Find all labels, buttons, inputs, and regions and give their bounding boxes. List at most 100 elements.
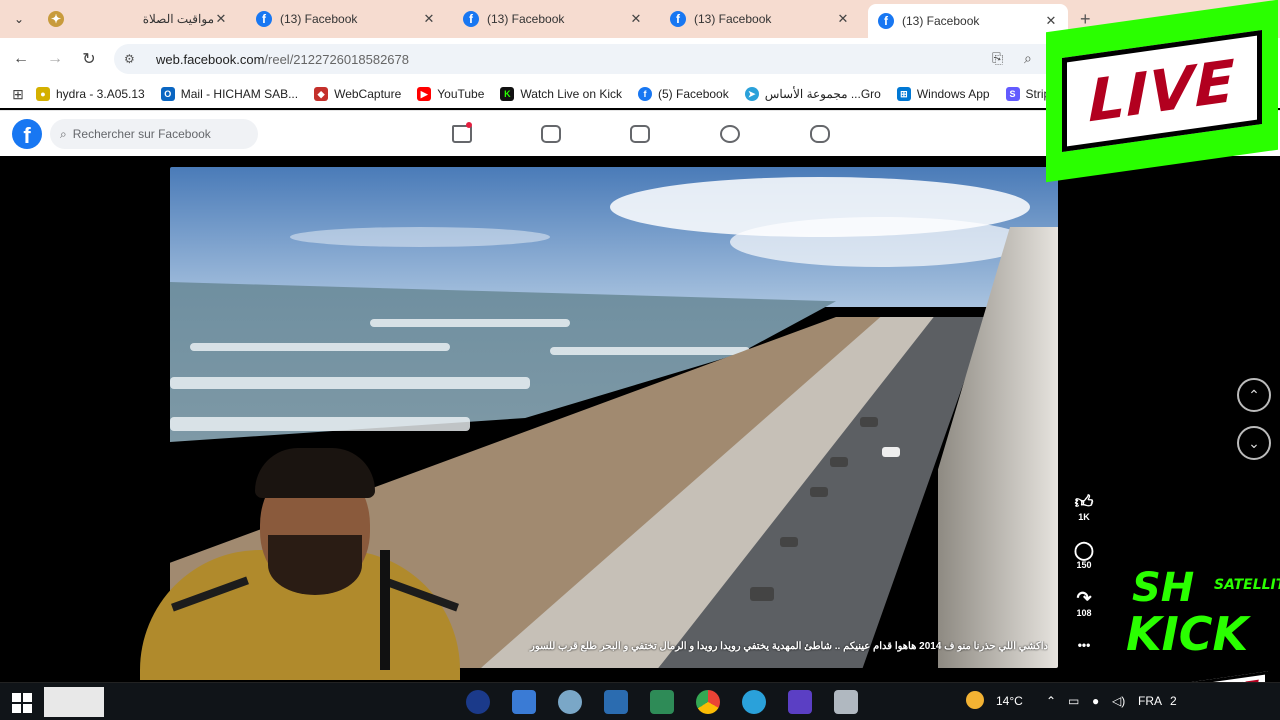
comment-button[interactable]: ◯ 150 — [1068, 540, 1100, 570]
clock[interactable]: 2 — [1170, 694, 1177, 708]
comment-count: 150 — [1076, 560, 1092, 570]
url-path: /reel/2122726018582678 — [264, 51, 409, 67]
microphone-icon[interactable]: ● — [1092, 694, 1099, 708]
taskbar-app-icon[interactable] — [788, 690, 812, 714]
taskbar-chrome-icon[interactable] — [696, 690, 720, 714]
taskbar-telegram-icon[interactable] — [742, 690, 766, 714]
site-favicon: ✦ — [48, 11, 64, 27]
taskbar-app-icon[interactable] — [650, 690, 674, 714]
bookmark-mail[interactable]: O Mail - HICHAM SAB... — [160, 87, 299, 101]
bookmark-telegram-group[interactable]: ➤ مجموعة الأساس ...Gro — [744, 87, 881, 101]
marketplace-icon[interactable] — [630, 125, 650, 143]
like-icon: 👍︎ — [1074, 492, 1094, 512]
video-wave — [370, 319, 570, 327]
chevron-up-icon: ⌃ — [1248, 386, 1260, 403]
more-options-button[interactable]: ••• — [1068, 638, 1100, 652]
tab-title: مواقيت الصلاة — [142, 12, 214, 26]
taskbar-explorer-icon[interactable] — [512, 690, 536, 714]
live-badge-inner: LIVE — [1062, 29, 1262, 153]
taskbar-search[interactable] — [44, 687, 104, 717]
tab-facebook-2[interactable]: f (13) Facebook ✕ — [453, 4, 653, 34]
site-info-icon[interactable]: ⚙ — [124, 52, 142, 66]
tray-overflow-icon[interactable]: ⌃ — [1046, 694, 1056, 708]
tab-title: (13) Facebook — [487, 12, 565, 26]
home-notification-dot — [466, 122, 472, 128]
bookmark-windows-app[interactable]: ⊞ Windows App — [896, 87, 990, 101]
facebook-favicon: f — [463, 11, 479, 27]
bookmark-facebook[interactable]: f (5) Facebook — [638, 87, 729, 101]
forward-icon[interactable]: → — [38, 50, 72, 68]
tab-search-button[interactable]: ⌄ — [6, 6, 32, 32]
close-tab-icon[interactable]: ✕ — [422, 11, 436, 27]
close-tab-icon[interactable]: ✕ — [1044, 13, 1058, 29]
chevron-down-icon: ⌄ — [1248, 434, 1260, 451]
close-tab-icon[interactable]: ✕ — [214, 11, 228, 27]
stripe-icon: S — [1005, 87, 1020, 101]
taskbar-app-icon[interactable] — [558, 690, 582, 714]
groups-icon[interactable] — [720, 125, 740, 143]
tab-title: (13) Facebook — [280, 12, 358, 26]
logo-letter: f — [23, 123, 31, 148]
like-count: 1K — [1078, 512, 1090, 522]
tab-prayer-times[interactable]: ✦ مواقيت الصلاة ✕ — [38, 4, 238, 34]
tab-facebook-1[interactable]: f (13) Facebook ✕ — [246, 4, 446, 34]
tab-title: (13) Facebook — [902, 14, 980, 28]
video-wave — [550, 347, 750, 355]
windows-start-icon[interactable] — [12, 693, 32, 713]
reel-caption: داكشي اللي حذرنا منو ف 2014 هاهوا قدام ع… — [529, 641, 1048, 652]
video-cloud — [290, 227, 550, 247]
address-bar[interactable]: ⚙ web.facebook.com/reel/2122726018582678… — [114, 44, 1074, 74]
facebook-favicon: f — [670, 11, 686, 27]
video-wave — [190, 343, 450, 351]
zoom-icon[interactable]: ⌕ — [1024, 50, 1032, 67]
video-cloud — [730, 217, 1030, 267]
facebook-search-input[interactable]: ⌕ Rechercher sur Facebook — [50, 119, 258, 149]
video-car — [830, 457, 848, 467]
bookmark-hydra[interactable]: ● hydra - 3.A05.13 — [36, 87, 145, 101]
install-app-icon[interactable]: ⎘ — [992, 50, 1003, 67]
apps-grid-icon[interactable]: ⊞ — [0, 86, 36, 103]
weather-icon[interactable] — [966, 691, 984, 709]
video-car — [810, 487, 828, 497]
bookmark-webcapture[interactable]: ◆ WebCapture — [314, 87, 401, 101]
language-indicator[interactable]: FRA — [1138, 694, 1162, 708]
gaming-icon[interactable] — [810, 125, 830, 143]
bookmark-youtube[interactable]: ▶ YouTube — [417, 87, 484, 101]
facebook-icon: f — [638, 87, 653, 101]
facebook-logo-icon[interactable]: f — [12, 119, 42, 149]
bookmark-label: (5) Facebook — [658, 87, 729, 101]
bookmark-favicon: O — [160, 87, 175, 101]
like-button[interactable]: 👍︎ 1K — [1068, 492, 1100, 522]
more-icon: ••• — [1077, 638, 1091, 652]
brand-satellite: SATELLITE — [1214, 577, 1280, 593]
share-count: 108 — [1076, 608, 1092, 618]
close-tab-icon[interactable]: ✕ — [629, 11, 643, 27]
close-tab-icon[interactable]: ✕ — [836, 11, 850, 27]
previous-reel-button[interactable]: ⌃ — [1237, 378, 1271, 412]
bookmark-label: Windows App — [916, 87, 990, 101]
bookmark-label: YouTube — [437, 87, 485, 101]
webcam-person-hair — [255, 448, 375, 498]
share-button[interactable]: ↷ 108 — [1068, 588, 1100, 618]
back-icon[interactable]: ← — [4, 50, 38, 68]
youtube-icon: ▶ — [417, 87, 432, 101]
taskbar-app-icon[interactable] — [834, 690, 858, 714]
reels-icon[interactable] — [541, 125, 561, 143]
kick-icon: K — [500, 87, 515, 101]
taskbar-app-icon[interactable] — [466, 690, 490, 714]
tab-facebook-3[interactable]: f (13) Facebook ✕ — [660, 4, 860, 34]
bookmark-label: Mail - HICHAM SAB... — [180, 87, 299, 101]
next-reel-button[interactable]: ⌄ — [1237, 426, 1271, 460]
search-placeholder: Rechercher sur Facebook — [72, 127, 211, 141]
reload-icon[interactable]: ↻ — [72, 49, 106, 69]
taskbar-calculator-icon[interactable] — [604, 690, 628, 714]
volume-icon[interactable]: ◁) — [1112, 694, 1125, 708]
search-icon: ⌕ — [60, 126, 67, 141]
bookmark-kick[interactable]: K Watch Live on Kick — [500, 87, 622, 101]
video-car — [860, 417, 878, 427]
temperature[interactable]: 14°C — [996, 694, 1023, 708]
network-icon[interactable]: ▭ — [1068, 694, 1079, 708]
bookmark-label: مجموعة الأساس ...Gro — [764, 87, 881, 101]
video-car — [780, 537, 798, 547]
tab-facebook-active[interactable]: f (13) Facebook ✕ — [868, 4, 1068, 38]
